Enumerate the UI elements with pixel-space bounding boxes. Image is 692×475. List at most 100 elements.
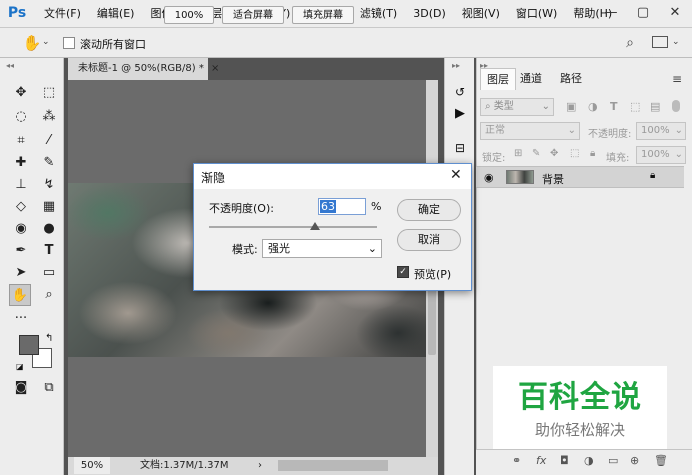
dialog-close-icon[interactable]: ✕ [450,167,462,183]
fill-field[interactable]: 100% ⌄ [636,146,686,164]
screen-mode-icon[interactable]: ⧉ [38,377,60,399]
layer-filter-kind-select[interactable]: ⌕ 类型 ⌄ [480,98,554,116]
filter-smart-object-icon[interactable]: ▤ [650,100,660,113]
menu-file[interactable]: 文件(F) [38,0,89,28]
ok-button[interactable]: 确定 [397,199,461,221]
menu-filter[interactable]: 滤镜(T) [352,0,405,28]
chevron-down-icon[interactable]: ⌄ [42,37,50,47]
opacity-slider-handle[interactable] [309,222,320,230]
quick-mask-icon[interactable]: ◙ [10,377,32,399]
close-tab-icon[interactable]: × [211,63,219,74]
eraser-tool-icon[interactable]: ◇ [10,196,32,218]
opacity-value-selected[interactable]: 63 [320,200,336,213]
hand-tool-icon[interactable]: ✋ [9,284,31,306]
scroll-all-windows-checkbox[interactable] [63,37,75,49]
fill-screen-button[interactable]: 填充屏幕 [292,6,354,24]
actions-panel-icon[interactable]: ▶ [450,104,470,124]
trash-icon[interactable]: 🗑︎ [654,454,668,467]
marquee-tool-icon[interactable]: ⬚ [38,82,60,104]
tab-paths[interactable]: 路径 [554,68,588,90]
dialog-title: 渐隐 [201,171,226,185]
panel-menu-icon[interactable]: ≡ [672,72,682,86]
mode-value: 强光 [268,242,290,255]
hand-tool-preset-icon[interactable]: ✋ [22,33,42,53]
opacity-slider-track[interactable] [209,226,377,228]
zoom-100-button[interactable]: 100% [164,6,214,24]
swap-colors-icon[interactable]: ↰ [45,333,53,344]
maximize-button[interactable]: ▢ [628,2,658,24]
brush-tool-icon[interactable]: ✎ [38,152,60,174]
history-panel-icon[interactable]: ↺ [450,82,470,102]
lock-all-icon[interactable]: 🔒︎ [590,148,595,159]
more-tools-icon[interactable]: ··· [10,308,32,330]
collapse-arrows-icon[interactable]: ◂◂ [6,61,14,70]
path-selection-tool-icon[interactable]: ➤ [10,262,32,284]
search-icon[interactable]: ⌕ [620,33,640,53]
filter-toggle[interactable] [672,100,680,112]
fx-icon[interactable]: fx [536,454,546,467]
default-colors-icon[interactable]: ◪ [16,362,24,371]
tab-channels[interactable]: 通道 [514,68,548,90]
tab-layers[interactable]: 图层 [480,68,516,90]
menu-window[interactable]: 窗口(W) [508,0,565,28]
properties-panel-icon[interactable]: ⊟ [450,138,470,158]
add-mask-icon[interactable]: ◘ [560,454,569,467]
menu-view[interactable]: 视图(V) [454,0,508,28]
blur-tool-icon[interactable]: ◉ [10,218,32,240]
watermark-subtitle: 助你轻松解决 [534,421,625,439]
workspace-chevron-icon[interactable]: ⌄ [672,37,680,47]
dock-collapse-icon[interactable]: ▸▸ [452,61,460,70]
new-group-icon[interactable]: ▭ [608,454,618,467]
crop-tool-icon[interactable]: ⌗ [10,130,32,152]
layer-opacity-field[interactable]: 100% ⌄ [636,122,686,140]
type-tool-icon[interactable]: T [38,240,60,262]
fill-label: 填充: [606,153,630,164]
pen-tool-icon[interactable]: ✒ [10,240,32,262]
menu-edit[interactable]: 编辑(E) [89,0,143,28]
new-layer-icon[interactable]: ⊕ [630,454,639,467]
healing-brush-tool-icon[interactable]: ✚ [10,152,32,174]
minimize-button[interactable]: — [596,2,626,24]
lock-pixels-icon[interactable]: ✎ [532,148,540,159]
chevron-down-icon: ⌄ [674,149,683,160]
mode-select[interactable]: 强光 ⌄ [262,239,382,258]
gradient-tool-icon[interactable]: ▦ [38,196,60,218]
layer-thumbnail [506,170,534,184]
filter-adjustment-icon[interactable]: ◑ [588,100,598,113]
document-size-info: 文档:1.37M/1.37M [140,460,229,471]
dialog-title-bar[interactable] [194,164,471,189]
lock-position-icon[interactable]: ✥ [550,148,558,159]
zoom-tool-icon[interactable]: ⌕ [38,284,60,306]
document-tab[interactable]: 未标题-1 @ 50%(RGB/8) * × [68,58,219,80]
dodge-tool-icon[interactable]: ● [38,218,60,240]
filter-pixel-icon[interactable]: ▣ [566,100,576,113]
status-menu-arrow-icon[interactable]: › [258,457,262,475]
history-brush-tool-icon[interactable]: ↯ [38,174,60,196]
layer-name[interactable]: 背景 [542,171,564,187]
eyedropper-tool-icon[interactable]: ⁄ [38,130,60,152]
link-layers-icon[interactable]: ⚭ [512,454,521,467]
photoshop-logo: Ps [6,4,28,23]
magic-wand-tool-icon[interactable]: ⁂ [38,106,60,128]
clone-stamp-tool-icon[interactable]: ⊥ [10,174,32,196]
layer-lock-icon: 🔒︎ [650,170,656,181]
fit-screen-button[interactable]: 适合屏幕 [222,6,284,24]
filter-shape-icon[interactable]: ⬚ [630,100,640,113]
menu-3d[interactable]: 3D(D) [405,0,454,28]
zoom-level-field[interactable]: 50% [74,457,110,474]
rectangle-tool-icon[interactable]: ▭ [38,262,60,284]
preview-checkbox[interactable]: ✓ [397,266,409,278]
horizontal-scroll-thumb[interactable] [278,460,388,471]
filter-type-icon[interactable]: T [610,100,618,113]
lock-transparent-icon[interactable]: ⊞ [514,148,522,159]
blend-mode-select[interactable]: 正常 ⌄ [480,122,580,140]
eye-visibility-icon[interactable]: ◉ [484,171,494,184]
move-tool-icon[interactable]: ✥ [10,82,32,104]
adjustment-layer-icon[interactable]: ◑ [584,454,594,467]
cancel-button[interactable]: 取消 [397,229,461,251]
foreground-color-swatch[interactable] [19,335,39,355]
close-window-button[interactable]: ✕ [660,2,690,24]
lock-artboard-icon[interactable]: ⬚ [570,148,579,159]
lasso-tool-icon[interactable]: ◌ [10,106,32,128]
workspace-icon[interactable] [652,36,668,48]
